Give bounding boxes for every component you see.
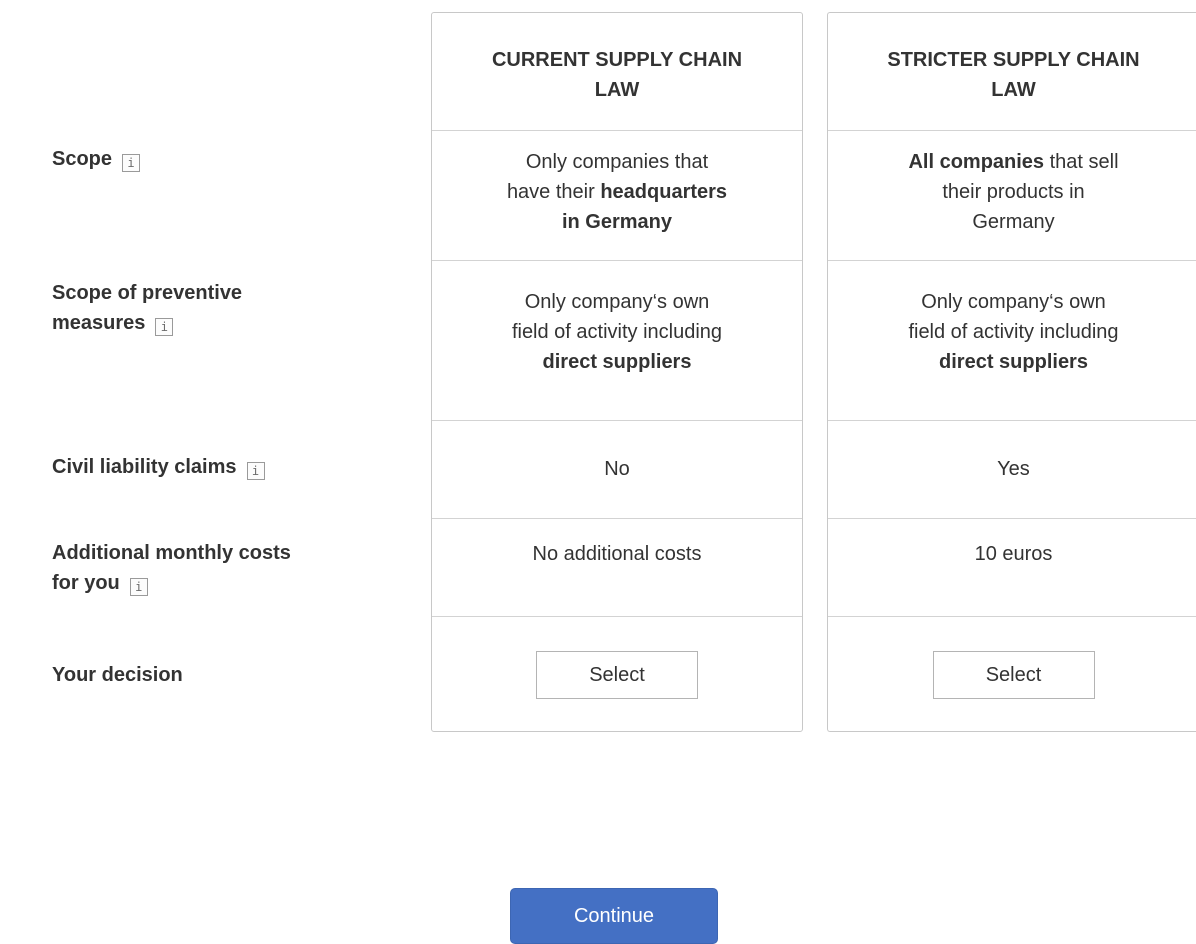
row-label-monthly-costs: Additional monthly costs for you i (52, 538, 392, 598)
scope-line2: have their headquarters (450, 177, 784, 207)
row-label-preventive-line2: measures (52, 312, 146, 334)
option-costs-cell: No additional costs (532, 543, 702, 565)
divider (432, 130, 802, 131)
option-card-current-law: CURRENT SUPPLY CHAIN LAW Only companies … (431, 12, 803, 732)
scope-line1: All companies that sell (846, 147, 1181, 177)
scope-line3: Germany (972, 211, 1055, 233)
option-header-line2: LAW (594, 79, 640, 101)
preventive-line3-bold: direct suppliers (542, 351, 692, 373)
option-header-line2: LAW (991, 79, 1036, 101)
option-costs-cell: 10 euros (974, 543, 1053, 565)
row-label-scope: Scope i (52, 144, 392, 174)
info-icon[interactable]: i (246, 462, 265, 480)
option-header: CURRENT SUPPLY CHAIN LAW (432, 45, 802, 105)
info-icon[interactable]: i (155, 318, 174, 336)
scope-line1: Only companies that (525, 151, 709, 173)
info-icon[interactable]: i (122, 154, 141, 172)
preventive-line2: field of activity including (511, 321, 723, 343)
option-header-line1: STRICTER SUPPLY CHAIN (887, 49, 1140, 71)
scope-line3-bold: in Germany (561, 211, 673, 233)
preventive-line2: field of activity including (908, 321, 1119, 343)
preventive-line3-bold: direct suppliers (939, 351, 1088, 373)
row-label-preventive-line1: Scope of preventive (52, 282, 243, 304)
divider (828, 130, 1196, 131)
divider (828, 260, 1196, 261)
divider (828, 518, 1196, 519)
option-header-line1: CURRENT SUPPLY CHAIN (491, 49, 743, 71)
preventive-line1: Only company‘s own (921, 291, 1106, 313)
row-label-costs-line2: for you (52, 572, 120, 594)
divider (432, 616, 802, 617)
option-scope-cell: Only companies that have their headquart… (432, 147, 802, 237)
divider (432, 260, 802, 261)
row-label-your-decision: Your decision (52, 664, 183, 686)
option-preventive-cell: Only company‘s own field of activity inc… (828, 287, 1196, 377)
scope-line1-text: that sell (1044, 151, 1119, 173)
info-icon[interactable]: i (129, 578, 148, 596)
option-header: STRICTER SUPPLY CHAIN LAW (828, 45, 1196, 105)
row-label-costs-line1: Additional monthly costs (52, 542, 291, 564)
divider (828, 420, 1196, 421)
row-label-civil-liability: Civil liability claims i (52, 452, 392, 482)
option-scope-cell: All companies that sell their products i… (828, 147, 1196, 237)
scope-line1-bold: All companies (908, 151, 1045, 173)
option-preventive-cell: Only company‘s own field of activity inc… (432, 287, 802, 377)
option-liability-cell: Yes (997, 458, 1030, 480)
row-label-scope-text: Scope (52, 148, 113, 170)
scope-line2: their products in (942, 181, 1085, 203)
divider (432, 420, 802, 421)
divider (828, 616, 1196, 617)
scope-line2-bold: headquarters (600, 181, 728, 203)
option-card-stricter-law: STRICTER SUPPLY CHAIN LAW All companies … (827, 12, 1196, 732)
divider (432, 518, 802, 519)
select-stricter-law-button[interactable]: Select (932, 651, 1095, 699)
preventive-line1: Only company‘s own (524, 291, 710, 313)
continue-button[interactable]: Continue (510, 888, 718, 944)
scope-line2-text: have their (506, 181, 601, 203)
select-current-law-button[interactable]: Select (536, 651, 698, 699)
row-label-preventive-measures: Scope of preventive measures i (52, 278, 392, 338)
option-liability-cell: No (604, 458, 630, 480)
row-label-civil-liability-text: Civil liability claims (52, 456, 237, 478)
